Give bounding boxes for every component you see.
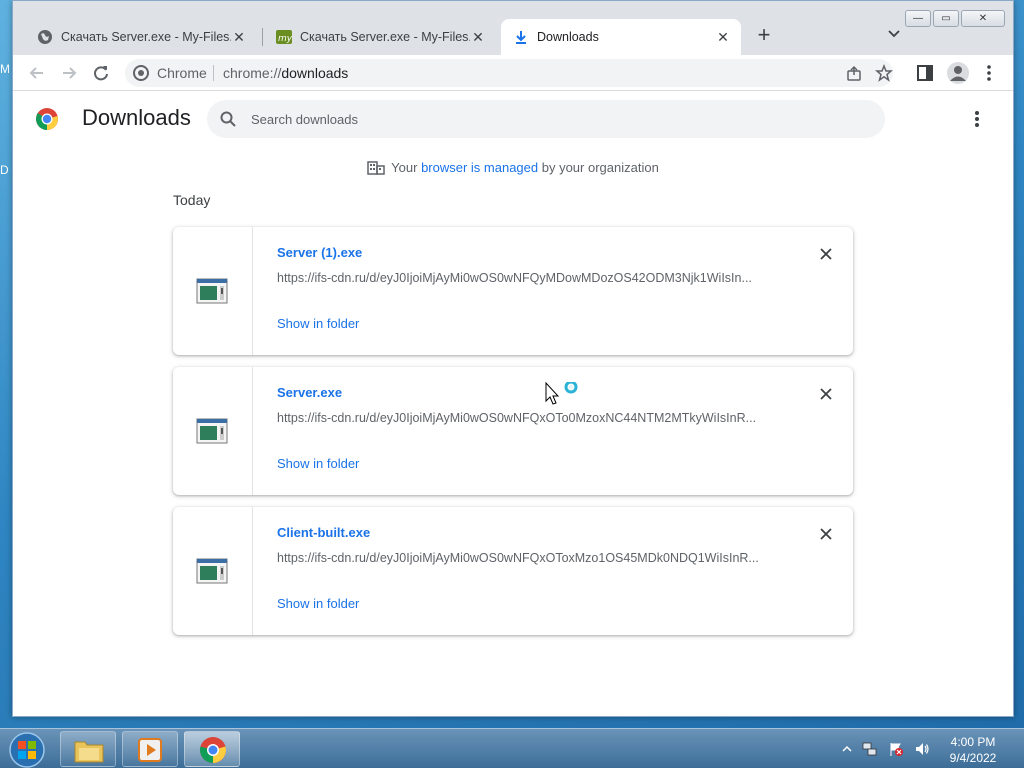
address-bar[interactable]: Chrome chrome://downloads [125,59,893,87]
window-controls: — ▭ ✕ [905,10,1005,27]
menu-kebab-icon[interactable] [979,63,999,83]
show-in-folder-link[interactable]: Show in folder [277,316,359,331]
forward-arrow-icon[interactable] [59,63,79,83]
tab-separator [262,28,263,46]
url-text[interactable]: chrome://downloads [223,65,348,81]
managed-suffix: by your organization [538,160,659,175]
desktop-icon-label[interactable]: D [0,163,9,177]
exe-file-icon [196,278,228,304]
folder-icon [74,741,104,763]
chrome-taskbar-icon [200,737,226,763]
date-section-heading: Today [173,192,211,208]
file-icon-column [173,227,253,355]
download-icon [516,31,526,44]
managed-prefix: Your [391,160,422,175]
page-header: Downloads [13,91,1013,147]
volume-icon[interactable] [914,741,930,757]
busy-cursor-icon [545,382,578,405]
chrome-logo-icon [36,108,58,130]
taskbar-explorer[interactable] [60,731,116,767]
reload-icon[interactable] [91,63,111,83]
search-box[interactable] [207,100,885,138]
windows-taskbar: 4:00 PM 9/4/2022 [0,728,1024,768]
tab-search-chevron-icon[interactable] [886,26,902,42]
show-hidden-icons-icon[interactable] [842,741,852,757]
download-item: Server.exe https://ifs-cdn.ru/d/eyJ0Ijoi… [173,367,853,495]
chrome-site-icon [133,65,149,81]
tab-title: Скачать Server.exe - My-Files.SU [300,30,470,44]
clock-time: 4:00 PM [950,735,996,749]
minimize-button[interactable]: — [905,10,931,27]
tab-close-icon[interactable]: ✕ [470,29,486,45]
remove-close-icon[interactable] [817,525,835,543]
download-filename-link[interactable]: Server.exe [277,385,342,400]
downloads-page: Downloads Search downloads Your browser … [13,91,1013,716]
share-icon[interactable] [846,65,862,81]
url-scheme: chrome:// [223,65,282,81]
download-filename-link[interactable]: Server (1).exe [277,245,362,260]
tab-close-icon[interactable]: ✕ [715,29,731,45]
managed-notice: Your browser is managed by your organiza… [13,159,1013,175]
tab-strip: Скачать Server.exe - My-Files.SU ✕ my Ск… [13,1,1013,55]
search-input[interactable] [251,100,871,138]
exe-file-icon [196,418,228,444]
taskbar-chrome[interactable] [184,731,240,767]
system-tray [842,741,930,757]
show-in-folder-link[interactable]: Show in folder [277,456,359,471]
download-item: Server (1).exe https://ifs-cdn.ru/d/eyJ0… [173,227,853,355]
clock-date: 9/4/2022 [949,751,997,765]
tab-title: Downloads [537,30,599,44]
profile-avatar-icon[interactable] [947,62,969,84]
tab-downloads[interactable]: Downloads ✕ [501,19,741,55]
new-tab-button[interactable]: + [752,24,776,48]
start-orb-icon[interactable] [8,731,46,768]
taskbar-clock[interactable]: 4:00 PM 9/4/2022 [940,734,1006,766]
taskbar-media-player[interactable] [122,731,178,767]
tab-close-icon[interactable]: ✕ [231,29,247,45]
download-source-url[interactable]: https://ifs-cdn.ru/d/eyJ0IjoiMjAyMi0wOS0… [277,411,777,425]
globe-icon [38,30,52,44]
network-icon[interactable] [862,741,878,757]
action-center-flag-icon[interactable] [888,741,904,757]
tab-myfiles-2[interactable]: my Скачать Server.exe - My-Files.SU ✕ [264,19,496,55]
bookmark-star-icon[interactable] [875,64,893,82]
chrome-window: Скачать Server.exe - My-Files.SU ✕ my Ск… [12,0,1014,717]
myfiles-icon: my [276,30,292,44]
omnibox-divider [213,65,214,81]
desktop-icon-label[interactable]: M [0,62,10,76]
file-icon-column [173,367,253,495]
page-title: Downloads [82,105,191,130]
tab-myfiles-1[interactable]: Скачать Server.exe - My-Files.SU ✕ [25,19,257,55]
media-player-icon [138,738,162,762]
site-chip-label: Chrome [157,65,207,81]
svg-text:my: my [278,34,292,44]
search-icon [220,111,236,127]
downloads-menu-icon[interactable] [967,107,987,131]
close-window-button[interactable]: ✕ [961,10,1005,27]
back-arrow-icon[interactable] [27,63,47,83]
download-source-url[interactable]: https://ifs-cdn.ru/d/eyJ0IjoiMjAyMi0wOS0… [277,271,777,285]
remove-close-icon[interactable] [817,245,835,263]
side-panel-icon[interactable] [915,63,935,83]
file-icon-column [173,507,253,635]
download-item: Client-built.exe https://ifs-cdn.ru/d/ey… [173,507,853,635]
building-icon [367,161,385,175]
download-filename-link[interactable]: Client-built.exe [277,525,370,540]
show-in-folder-link[interactable]: Show in folder [277,596,359,611]
tab-title: Скачать Server.exe - My-Files.SU [61,30,231,44]
remove-close-icon[interactable] [817,385,835,403]
browser-toolbar: Chrome chrome://downloads [13,55,1013,91]
url-host: downloads [281,65,349,81]
download-source-url[interactable]: https://ifs-cdn.ru/d/eyJ0IjoiMjAyMi0wOS0… [277,551,777,565]
maximize-button[interactable]: ▭ [933,10,959,27]
exe-file-icon [196,558,228,584]
managed-link[interactable]: browser is managed [421,160,538,175]
